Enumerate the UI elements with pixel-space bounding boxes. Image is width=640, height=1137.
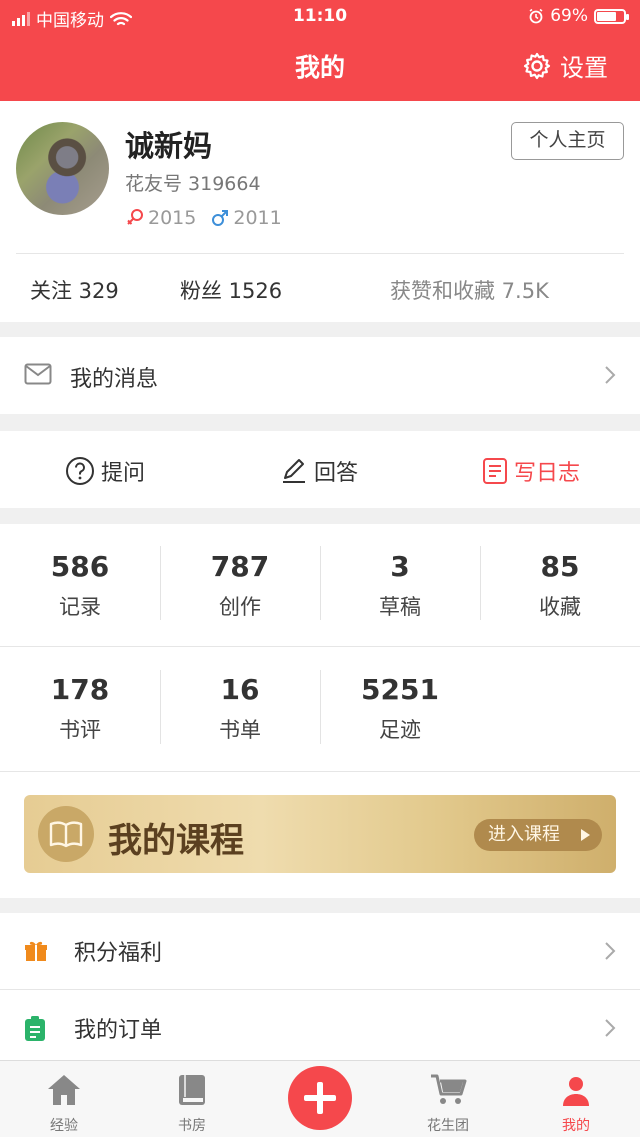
stat-label: 书评	[59, 718, 101, 742]
menu-item-points-benefits[interactable]: 积分福利	[0, 913, 640, 989]
following-count[interactable]: 关注 329	[30, 275, 119, 305]
menu-item-label: 积分福利	[74, 941, 163, 966]
stat-value: 586	[50, 550, 110, 583]
chevron-right-icon	[605, 942, 616, 960]
write-diary-button[interactable]: 写日志	[482, 455, 580, 487]
likes-collections-count: 获赞和收藏 7.5K	[390, 279, 549, 303]
tab-label: 我的	[562, 1118, 590, 1134]
bottom-tab-bar: 经验 书房 花生团 我的	[0, 1060, 640, 1137]
kid-male-year: 2011	[233, 207, 282, 229]
stat-label: 草稿	[379, 595, 421, 619]
user-name: 诚新妈	[125, 129, 213, 163]
tab-label: 经验	[50, 1118, 78, 1134]
chevron-right-icon	[605, 1019, 616, 1037]
tab-experience[interactable]: 经验	[14, 1061, 114, 1135]
tab-label: 花生团	[427, 1118, 469, 1134]
battery-icon	[594, 8, 629, 24]
tab-me[interactable]: 我的	[526, 1061, 626, 1135]
female-icon	[127, 209, 143, 225]
settings-button[interactable]: 设置	[522, 48, 608, 83]
cart-icon	[431, 1074, 467, 1104]
stat-value: 178	[50, 673, 110, 706]
stat-records[interactable]: 586 记录	[0, 550, 160, 621]
stat-separator	[160, 546, 161, 620]
ask-button[interactable]: 提问	[65, 455, 145, 487]
stat-book-lists[interactable]: 16 书单	[160, 673, 320, 744]
menu-list: 积分福利 我的订单	[0, 913, 640, 1060]
profile-divider	[16, 253, 624, 254]
status-bar: 中国移动 11:10 69%	[0, 0, 640, 34]
gear-icon	[523, 52, 551, 79]
male-icon	[212, 210, 229, 226]
tab-peanut-group[interactable]: 花生团	[398, 1061, 498, 1135]
answer-button[interactable]: 回答	[280, 455, 358, 487]
quick-actions: 提问 回答 写日志	[0, 431, 640, 508]
tab-study[interactable]: 书房	[142, 1061, 242, 1135]
stat-label: 书单	[219, 718, 261, 742]
stat-label: 足迹	[379, 718, 421, 742]
stat-book-reviews[interactable]: 178 书评	[0, 673, 160, 744]
diary-icon	[483, 458, 507, 484]
huayou-id: 花友号 319664	[125, 173, 261, 195]
stat-separator	[480, 546, 481, 620]
stat-label: 收藏	[539, 595, 581, 619]
question-icon	[66, 457, 94, 485]
chevron-right-icon	[605, 366, 616, 384]
my-course-banner[interactable]: 我的课程 进入课程	[24, 795, 616, 873]
ask-label: 提问	[101, 461, 146, 486]
stat-value: 787	[210, 550, 270, 583]
kid-female: 2015	[125, 207, 196, 229]
personal-homepage-button[interactable]: 个人主页	[511, 122, 624, 160]
course-title: 我的课程	[108, 821, 244, 861]
kids-info: 2015 2011	[125, 207, 282, 229]
my-messages-row[interactable]: 我的消息	[0, 337, 640, 414]
stat-label: 记录	[59, 595, 101, 619]
stat-value: 16	[220, 673, 260, 706]
profile-card: 诚新妈 花友号 319664 2015 2011 个人主页 关注 329 粉丝 …	[0, 101, 640, 322]
avatar[interactable]	[16, 122, 109, 215]
stat-footprints[interactable]: 5251 足迹	[320, 673, 480, 744]
write-diary-label: 写日志	[514, 461, 581, 486]
settings-label: 设置	[560, 54, 608, 82]
answer-label: 回答	[314, 461, 359, 486]
followers-count[interactable]: 粉丝 1526	[180, 275, 282, 305]
stat-value: 85	[540, 550, 580, 583]
stat-row-divider	[0, 646, 640, 647]
gift-icon	[25, 941, 47, 961]
menu-item-my-orders[interactable]: 我的订单	[0, 990, 640, 1066]
open-book-icon	[38, 806, 94, 862]
pencil-icon	[283, 459, 305, 483]
plus-icon[interactable]	[288, 1066, 352, 1130]
stat-separator	[160, 670, 161, 744]
kid-female-year: 2015	[148, 207, 197, 229]
battery-percent: 69%	[550, 6, 588, 26]
alarm-icon	[529, 8, 543, 24]
kid-male: 2011	[210, 207, 282, 229]
mail-icon	[24, 363, 52, 385]
stat-drafts[interactable]: 3 草稿	[320, 550, 480, 621]
stat-value: 5251	[361, 673, 439, 706]
top-header: 中国移动 11:10 69% 我的 设置	[0, 0, 640, 101]
tab-label: 书房	[178, 1118, 206, 1134]
home-icon	[48, 1075, 80, 1105]
stat-creations[interactable]: 787 创作	[160, 550, 320, 621]
stat-value: 3	[390, 550, 410, 583]
order-icon	[25, 1016, 45, 1041]
stat-row-divider	[0, 771, 640, 772]
book-icon	[179, 1075, 205, 1105]
stat-favorites[interactable]: 85 收藏	[480, 550, 640, 621]
stat-label: 创作	[219, 595, 261, 619]
user-icon	[563, 1077, 589, 1106]
stat-separator	[320, 546, 321, 620]
my-messages-label: 我的消息	[70, 367, 159, 392]
stat-separator	[320, 670, 321, 744]
enter-course-button[interactable]: 进入课程	[474, 819, 602, 851]
menu-item-label: 我的订单	[74, 1018, 163, 1043]
